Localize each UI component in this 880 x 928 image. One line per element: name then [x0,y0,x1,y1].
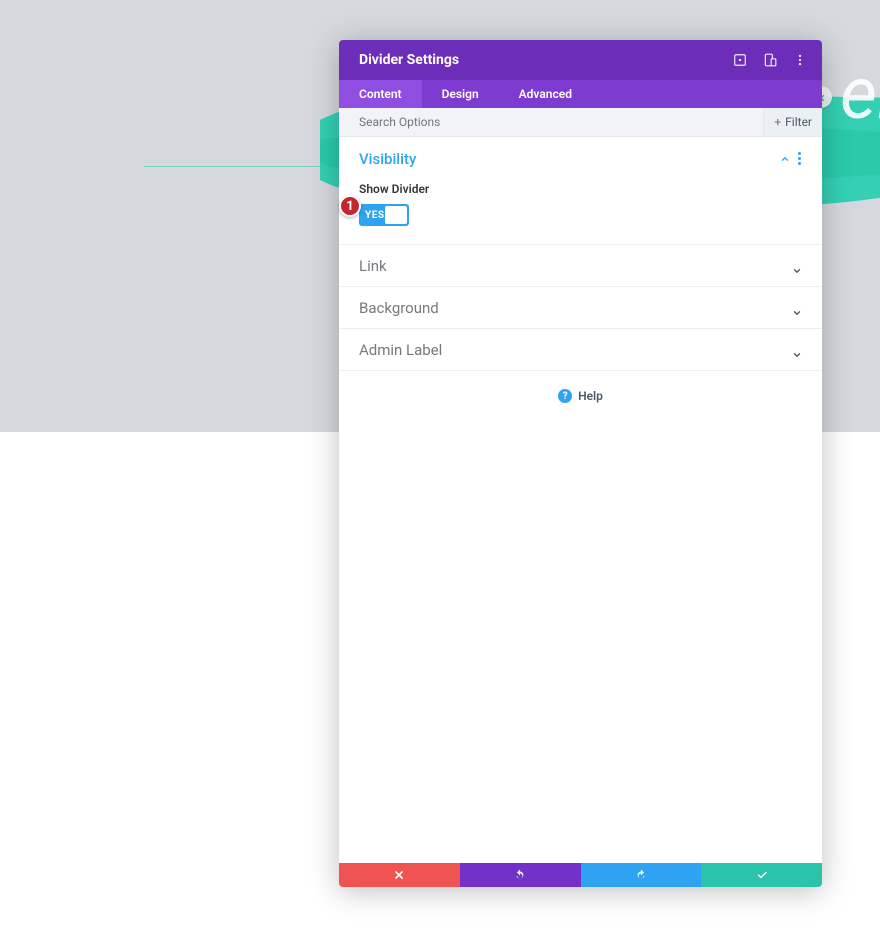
settings-panel: Divider Settings Content Design Advanced… [339,40,822,887]
tab-advanced[interactable]: Advanced [499,80,592,108]
redo-icon [635,866,647,885]
kebab-icon[interactable] [792,52,808,68]
section-admin-label-title: Admin Label [359,341,442,359]
expand-icon[interactable] [732,52,748,68]
section-background[interactable]: Background [339,287,822,329]
plus-icon: + [774,115,781,129]
cancel-button[interactable] [339,863,460,887]
section-visibility-header[interactable]: Visibility [359,149,802,168]
chevron-down-icon [792,345,802,355]
toggle-knob [385,206,407,224]
section-background-title: Background [359,299,439,317]
filter-button[interactable]: + Filter [763,108,822,136]
search-row: + Filter [339,108,822,137]
panel-tabs: Content Design Advanced [339,80,822,108]
section-link[interactable]: Link [339,245,822,287]
filter-label: Filter [785,115,812,129]
svg-text:el: el [840,51,880,136]
chevron-down-icon [792,303,802,313]
help-link[interactable]: ? Help [339,371,822,421]
search-input[interactable] [339,108,763,136]
chevron-up-icon [780,149,790,168]
redo-button[interactable] [581,863,702,887]
section-kebab-icon[interactable] [798,152,802,165]
divider-line-preview [144,166,344,167]
help-label: Help [578,389,603,403]
panel-header: Divider Settings [339,40,822,80]
chevron-down-icon [792,261,802,271]
section-admin-label[interactable]: Admin Label [339,329,822,371]
check-icon [756,866,768,885]
tab-design[interactable]: Design [422,80,499,108]
section-visibility-title: Visibility [359,150,416,168]
responsive-icon[interactable] [762,52,778,68]
callout-badge-1: 1 [339,195,361,217]
undo-button[interactable] [460,863,581,887]
save-button[interactable] [701,863,822,887]
toggle-on-label: YES [365,210,384,221]
undo-icon [514,866,526,885]
panel-title: Divider Settings [359,52,459,68]
panel-footer [339,863,822,887]
show-divider-toggle-wrap: YES [359,204,409,226]
show-divider-toggle[interactable]: YES [359,204,409,226]
help-icon: ? [558,389,572,403]
tab-content[interactable]: Content [339,80,422,108]
section-visibility: Visibility Show Divider YES [339,137,822,245]
section-link-title: Link [359,257,387,275]
panel-body: Visibility Show Divider YES Link [339,137,822,863]
show-divider-label: Show Divider [359,182,802,196]
close-icon [393,866,405,885]
